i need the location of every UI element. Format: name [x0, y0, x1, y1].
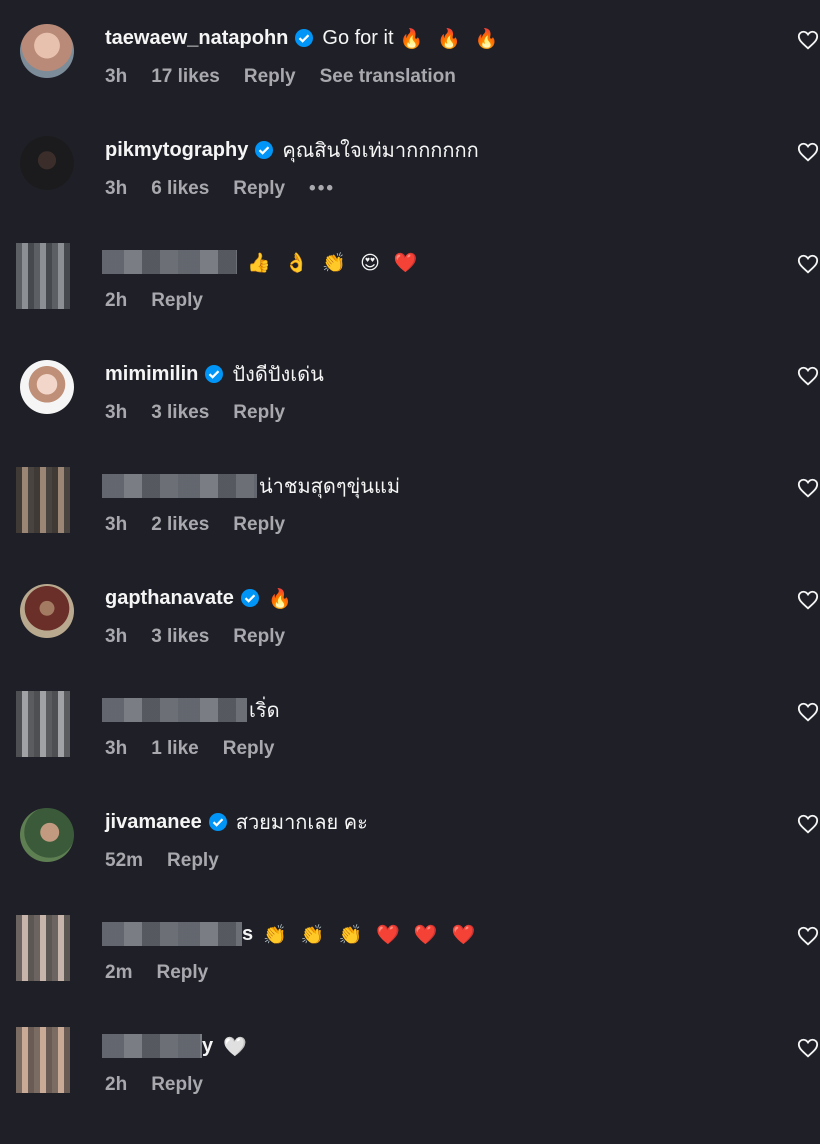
comment-text: ปังดีปังเด่น — [232, 364, 324, 386]
heart-icon[interactable] — [797, 29, 819, 51]
comment-likes[interactable]: 3 likes — [151, 626, 209, 648]
heart-icon[interactable] — [797, 253, 819, 275]
comment-time: 3h — [105, 66, 128, 87]
see-translation-link[interactable]: See translation — [320, 66, 456, 88]
comment-item: เริ่ด 3h 1 like Reply — [0, 691, 820, 808]
verified-badge-icon — [240, 589, 259, 607]
comment-text: คุณสินใจเท่มากกกกกก — [282, 140, 479, 162]
heart-icon[interactable] — [797, 1037, 819, 1059]
avatar[interactable] — [20, 808, 74, 862]
avatar[interactable] — [20, 584, 74, 638]
comment-item: pikmytography คุณสินใจเท่มากกกกกก 3h 6 l… — [0, 136, 820, 248]
avatar[interactable] — [16, 1027, 70, 1093]
comment-username[interactable]: y — [202, 1035, 213, 1058]
heart-icon[interactable] — [797, 589, 819, 611]
comment-likes[interactable]: 3 likes — [151, 402, 209, 424]
avatar[interactable] — [16, 243, 70, 309]
comment-item: y 🤍 2h Reply — [0, 1027, 820, 1144]
comment-item: mimimilin ปังดีปังเด่น 3h 3 likes Reply — [0, 360, 820, 472]
comment-time: 52m — [105, 850, 144, 871]
heart-icon[interactable] — [797, 365, 819, 387]
comment-username[interactable]: jivamanee — [105, 811, 202, 834]
comment-time: 3h — [105, 178, 128, 199]
heart-icon[interactable] — [797, 141, 819, 163]
reply-button[interactable]: Reply — [233, 626, 285, 648]
comment-time: 3h — [105, 626, 128, 647]
comment-likes[interactable]: 6 likes — [151, 178, 209, 200]
comment-text: สวยมากเลย คะ — [235, 812, 368, 834]
reply-button[interactable]: Reply — [151, 1074, 203, 1096]
comment-time: 2h — [105, 1074, 128, 1095]
verified-badge-icon — [205, 365, 224, 383]
avatar[interactable] — [16, 915, 70, 981]
reply-button[interactable]: Reply — [233, 178, 285, 200]
comment-username[interactable]: gapthanavate — [105, 587, 234, 610]
comment-emoji: 🤍 — [223, 1035, 251, 1058]
reply-button[interactable]: Reply — [233, 514, 285, 536]
reply-button[interactable]: Reply — [244, 66, 296, 88]
avatar[interactable] — [20, 24, 74, 78]
comment-item: น่าชมสุดๆขุ่นแม่ 3h 2 likes Reply — [0, 467, 820, 584]
more-options-icon[interactable]: ••• — [309, 178, 335, 200]
verified-badge-icon — [208, 813, 227, 831]
comment-likes[interactable]: 1 like — [151, 738, 199, 760]
comment-username[interactable]: taewaew_natapohn — [105, 27, 288, 50]
comment-emoji: 👍 👌 👏 😍 ❤️ — [247, 251, 422, 274]
reply-button[interactable]: Reply — [151, 290, 203, 312]
comment-time: 3h — [105, 514, 128, 535]
comment-time: 2m — [105, 962, 133, 983]
comment-item: gapthanavate 🔥 3h 3 likes Reply — [0, 584, 820, 696]
comment-time: 2h — [105, 290, 128, 311]
comment-emoji: 🔥 — [267, 587, 296, 610]
comment-text: Go for it — [322, 26, 394, 49]
verified-badge-icon — [255, 141, 274, 159]
comment-item: jivamanee สวยมากเลย คะ 52m Reply — [0, 808, 820, 920]
comment-time: 3h — [105, 402, 128, 423]
reply-button[interactable]: Reply — [156, 962, 208, 984]
verified-badge-icon — [295, 29, 314, 47]
avatar[interactable] — [16, 467, 70, 533]
heart-icon[interactable] — [797, 925, 819, 947]
heart-icon[interactable] — [797, 813, 819, 835]
heart-icon[interactable] — [797, 477, 819, 499]
comment-text: น่าชมสุดๆขุ่นแม่ — [259, 476, 401, 498]
comment-item: 👍 👌 👏 😍 ❤️ 2h Reply — [0, 243, 820, 360]
comment-text: เริ่ด — [249, 700, 280, 722]
comment-username[interactable]: s — [242, 923, 253, 946]
comment-username[interactable]: pikmytography — [105, 139, 248, 162]
comment-username[interactable] — [102, 250, 237, 274]
reply-button[interactable]: Reply — [167, 850, 219, 872]
comment-username[interactable] — [102, 698, 247, 722]
comment-username[interactable]: mimimilin — [105, 363, 198, 386]
comment-emoji: 👏 👏 👏 ❤️ ❤️ ❤️ — [263, 923, 480, 946]
heart-icon[interactable] — [797, 701, 819, 723]
comment-likes[interactable]: 17 likes — [151, 66, 220, 88]
comment-username[interactable] — [102, 474, 257, 498]
comment-time: 3h — [105, 738, 128, 759]
comment-item: taewaew_natapohn Go for it 🔥 🔥 🔥 3h 17 l… — [0, 24, 820, 136]
comment-username-blurred[interactable] — [102, 922, 242, 946]
comment-item: s 👏 👏 👏 ❤️ ❤️ ❤️ 2m Reply — [0, 915, 820, 1032]
comment-likes[interactable]: 2 likes — [151, 514, 209, 536]
avatar[interactable] — [16, 691, 70, 757]
comment-emoji: 🔥 🔥 🔥 — [399, 27, 503, 50]
reply-button[interactable]: Reply — [223, 738, 275, 760]
comment-username-blurred[interactable] — [102, 1034, 202, 1058]
avatar[interactable] — [20, 360, 74, 414]
reply-button[interactable]: Reply — [233, 402, 285, 424]
avatar[interactable] — [20, 136, 74, 190]
